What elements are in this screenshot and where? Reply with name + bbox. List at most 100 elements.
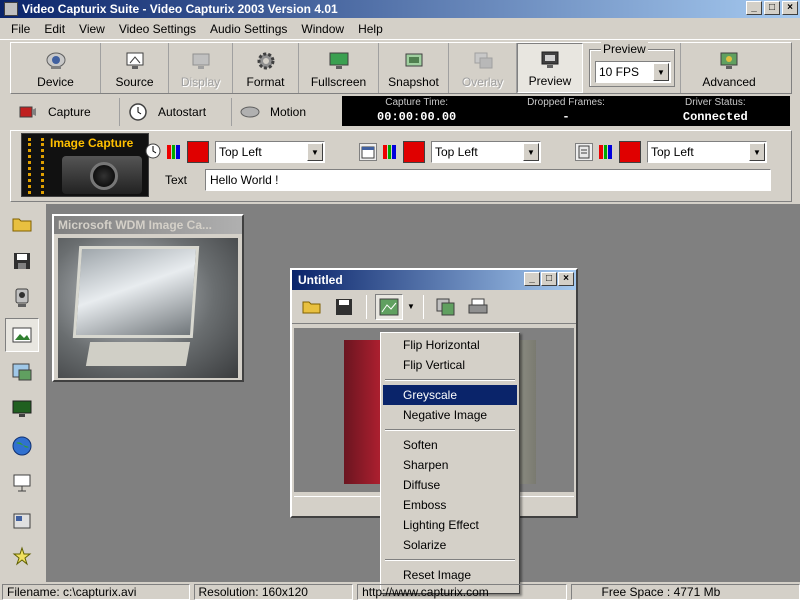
snapshot-button[interactable]: Snapshot [379, 43, 449, 93]
source-icon [124, 51, 146, 71]
clock-icon[interactable] [145, 143, 161, 162]
webcam-icon[interactable] [5, 281, 39, 315]
motion-label: Motion [270, 105, 307, 119]
image-snapshot-icon[interactable] [5, 355, 39, 389]
open-folder-icon[interactable] [5, 207, 39, 241]
film-strip-icon [28, 138, 44, 194]
time-color-swatch[interactable] [187, 141, 209, 163]
display-button[interactable]: Display [169, 43, 233, 93]
text-label: Text [165, 173, 188, 187]
color-palette-icon[interactable] [599, 145, 613, 159]
menu-file[interactable]: File [4, 22, 37, 36]
capture-label: Capture [48, 105, 91, 119]
save-disk-icon[interactable] [330, 294, 358, 320]
text-position-value: Top Left [651, 145, 694, 159]
toolbar-separator [366, 294, 367, 319]
advanced-icon [718, 51, 740, 71]
preview-window-title[interactable]: Microsoft WDM Image Ca... [54, 216, 242, 234]
menu-audio-settings[interactable]: Audio Settings [203, 22, 294, 36]
image-capture-logo: Image Capture [21, 133, 149, 197]
menu-video-settings[interactable]: Video Settings [112, 22, 203, 36]
close-button[interactable]: × [558, 272, 574, 286]
text-position-select[interactable]: Top Left ▼ [647, 141, 767, 163]
advanced-button[interactable]: Advanced [681, 43, 777, 93]
app-icon [4, 2, 18, 16]
advanced-label: Advanced [702, 75, 756, 89]
text-overlay-icon[interactable] [575, 143, 593, 161]
preview-fps-group: Preview 10 FPS ▼ [583, 42, 681, 93]
motion-icon [240, 102, 260, 122]
color-palette-icon[interactable] [383, 145, 397, 159]
preview-button[interactable]: Preview [517, 43, 583, 93]
chevron-down-icon[interactable]: ▼ [307, 143, 323, 161]
open-folder-icon[interactable] [298, 294, 326, 320]
chevron-down-icon[interactable]: ▼ [749, 143, 765, 161]
image-effects-menu: Flip Horizontal Flip Vertical Greyscale … [380, 332, 520, 594]
device-button[interactable]: Device [11, 43, 101, 93]
maximize-button[interactable]: □ [541, 272, 557, 286]
date-color-swatch[interactable] [403, 141, 425, 163]
menu-item-reset-image[interactable]: Reset Image [383, 565, 517, 585]
capture-record-icon [18, 102, 38, 122]
status-resolution: Resolution: 160x120 [193, 584, 354, 600]
menu-item-emboss[interactable]: Emboss [383, 495, 517, 515]
image-effects-icon[interactable] [375, 293, 403, 320]
overlay-text-input[interactable]: Hello World ! [205, 169, 771, 191]
menu-item-flip-vertical[interactable]: Flip Vertical [383, 355, 517, 375]
calendar-icon[interactable] [359, 143, 377, 161]
color-palette-icon[interactable] [167, 145, 181, 159]
source-button[interactable]: Source [101, 43, 169, 93]
motion-button[interactable]: Motion [232, 98, 340, 126]
capture-button[interactable]: Capture [10, 98, 120, 126]
device-preview-window[interactable]: Microsoft WDM Image Ca... [52, 214, 244, 382]
menu-item-sharpen[interactable]: Sharpen [383, 455, 517, 475]
capture-time-cell: Capture Time: 00:00:00.00 [342, 96, 491, 126]
preview-label: Preview [528, 74, 572, 88]
snapshot-label: Snapshot [388, 75, 439, 89]
menu-edit[interactable]: Edit [37, 22, 72, 36]
chevron-down-icon[interactable]: ▼ [653, 63, 669, 81]
menu-window[interactable]: Window [294, 22, 351, 36]
presentation-icon[interactable] [5, 466, 39, 500]
display-icon [190, 51, 212, 71]
date-position-select[interactable]: Top Left ▼ [431, 141, 541, 163]
status-url[interactable]: http://www.capturix.com [357, 584, 567, 600]
fps-select[interactable]: 10 FPS ▼ [595, 61, 671, 83]
capture-time-label: Capture Time: [385, 97, 449, 108]
monitor-video-icon[interactable] [5, 392, 39, 426]
menu-item-lighting-effect[interactable]: Lighting Effect [383, 515, 517, 535]
format-label: Format [246, 75, 285, 89]
menu-item-greyscale[interactable]: Greyscale [383, 385, 517, 405]
settings-dialog-icon[interactable] [5, 503, 39, 537]
menu-view[interactable]: View [72, 22, 112, 36]
autostart-button[interactable]: Autostart [120, 98, 232, 126]
snapshot-icon [403, 51, 425, 71]
text-color-swatch[interactable] [619, 141, 641, 163]
minimize-button[interactable]: _ [524, 272, 540, 286]
menu-item-negative-image[interactable]: Negative Image [383, 405, 517, 425]
maximize-button[interactable]: □ [764, 1, 780, 15]
menu-item-diffuse[interactable]: Diffuse [383, 475, 517, 495]
fullscreen-button[interactable]: Fullscreen [299, 43, 379, 93]
menu-item-solarize[interactable]: Solarize [383, 535, 517, 555]
untitled-window-titlebar[interactable]: Untitled _ □ × [292, 270, 576, 290]
minimize-button[interactable]: _ [746, 1, 762, 15]
video-frame-monitor [72, 246, 200, 338]
globe-web-icon[interactable] [5, 429, 39, 463]
chevron-down-icon[interactable]: ▼ [523, 143, 539, 161]
close-button[interactable]: × [782, 1, 798, 15]
image-view-icon[interactable] [5, 318, 39, 352]
menu-item-soften[interactable]: Soften [383, 435, 517, 455]
dropped-frames-cell: Dropped Frames: - [491, 96, 640, 126]
save-disk-icon[interactable] [5, 244, 39, 278]
copy-icon[interactable] [432, 294, 460, 320]
format-button[interactable]: Format [233, 43, 299, 93]
menu-item-flip-horizontal[interactable]: Flip Horizontal [383, 335, 517, 355]
print-icon[interactable] [464, 294, 492, 320]
overlay-group-date: Top Left ▼ [359, 141, 541, 163]
time-position-select[interactable]: Top Left ▼ [215, 141, 325, 163]
stars-effects-icon[interactable] [5, 540, 39, 574]
chevron-down-icon[interactable]: ▼ [407, 302, 415, 311]
overlay-button[interactable]: Overlay [449, 43, 517, 93]
menu-help[interactable]: Help [351, 22, 390, 36]
